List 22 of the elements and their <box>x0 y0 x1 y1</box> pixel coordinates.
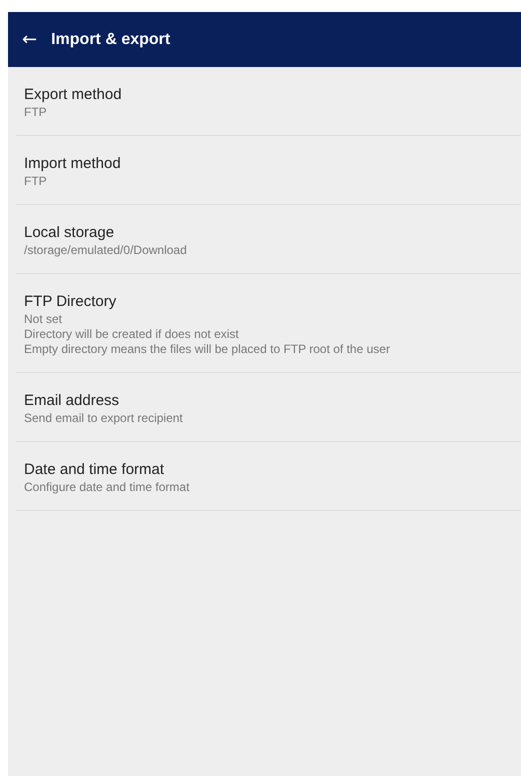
setting-item[interactable]: Export method FTP <box>16 67 521 136</box>
setting-item[interactable]: Date and time format Configure date and time format <box>16 442 521 511</box>
setting-summary: FTP <box>24 105 48 120</box>
setting-summary: Not set <box>24 312 64 327</box>
setting-item[interactable]: Email address Send email to export recipient <box>16 373 521 442</box>
setting-summary: FTP <box>24 174 48 189</box>
setting-item[interactable]: Local storage /storage/emulated/0/Download <box>16 205 521 274</box>
setting-summary: Directory will be created if does not exist <box>24 327 240 342</box>
setting-summary: Configure date and time format <box>24 480 190 495</box>
setting-summary: Empty directory means the files will be placed to FTP root of the user <box>24 342 391 357</box>
setting-title: Local storage <box>24 223 116 242</box>
setting-title: Import method <box>24 154 122 173</box>
back-button[interactable]: ← <box>22 29 38 50</box>
setting-item[interactable]: FTP Directory Not set Directory will be created if does not exist Empty directory means the files will be placed to FTP root of the user <box>16 274 521 373</box>
setting-title: FTP Directory <box>24 292 118 311</box>
setting-title: Date and time format <box>24 460 166 479</box>
setting-summary: Send email to export recipient <box>24 411 184 426</box>
setting-item[interactable]: Import method FTP <box>16 136 521 205</box>
setting-title: Email address <box>24 391 120 410</box>
setting-summary: /storage/emulated/0/Download <box>24 243 188 258</box>
setting-title: Export method <box>24 85 123 104</box>
screen-title: Import & export <box>51 30 170 48</box>
